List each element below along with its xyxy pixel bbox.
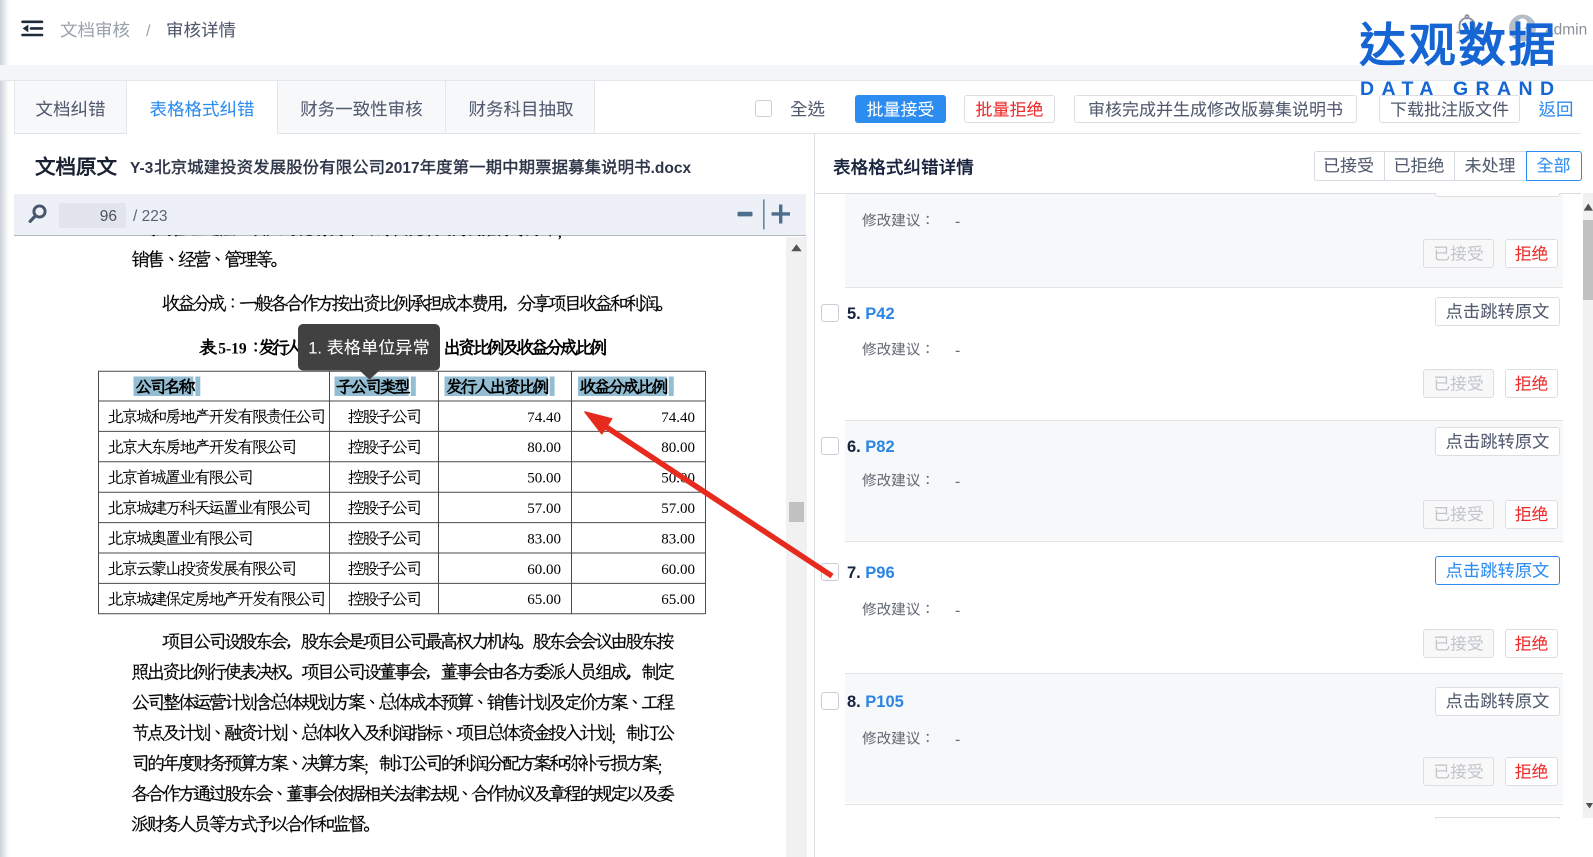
svg-text:P105: P105 bbox=[865, 693, 904, 711]
svg-text:.docx: .docx bbox=[651, 160, 692, 177]
svg-text:1.: 1. bbox=[308, 340, 322, 358]
svg-text:65.00: 65.00 bbox=[661, 592, 695, 608]
svg-text:6.: 6. bbox=[847, 438, 861, 456]
svg-text:57.00: 57.00 bbox=[661, 501, 695, 517]
svg-text:74.40: 74.40 bbox=[661, 410, 695, 426]
svg-text:8.: 8. bbox=[847, 693, 861, 711]
svg-text:57.00: 57.00 bbox=[527, 501, 561, 517]
svg-text:-: - bbox=[955, 731, 960, 748]
svg-text:60.00: 60.00 bbox=[527, 562, 561, 578]
svg-text:/ 223: / 223 bbox=[133, 208, 167, 225]
svg-text:50.00: 50.00 bbox=[527, 471, 561, 487]
svg-text:83.00: 83.00 bbox=[527, 531, 561, 547]
svg-text:P82: P82 bbox=[865, 438, 894, 456]
svg-text:-: - bbox=[955, 473, 960, 490]
svg-text:-: - bbox=[955, 213, 960, 230]
svg-text:-: - bbox=[955, 602, 960, 619]
svg-text:80.00: 80.00 bbox=[527, 440, 561, 456]
svg-text:5.: 5. bbox=[847, 305, 861, 323]
svg-text:/: / bbox=[146, 23, 151, 40]
svg-text:Y-3: Y-3 bbox=[130, 160, 154, 177]
svg-text:60.00: 60.00 bbox=[661, 562, 695, 578]
svg-text:74.40: 74.40 bbox=[527, 410, 561, 426]
svg-text:96: 96 bbox=[100, 208, 117, 225]
svg-text:-: - bbox=[955, 342, 960, 359]
svg-text:7.: 7. bbox=[847, 564, 861, 582]
svg-text:DATA GRAND: DATA GRAND bbox=[1360, 78, 1561, 100]
svg-text:83.00: 83.00 bbox=[661, 531, 695, 547]
svg-text:2017: 2017 bbox=[385, 160, 419, 177]
svg-text:80.00: 80.00 bbox=[661, 440, 695, 456]
svg-text:P96: P96 bbox=[865, 564, 894, 582]
svg-text:5-19: 5-19 bbox=[214, 341, 247, 358]
svg-text:65.00: 65.00 bbox=[527, 592, 561, 608]
svg-text:P42: P42 bbox=[865, 305, 894, 323]
